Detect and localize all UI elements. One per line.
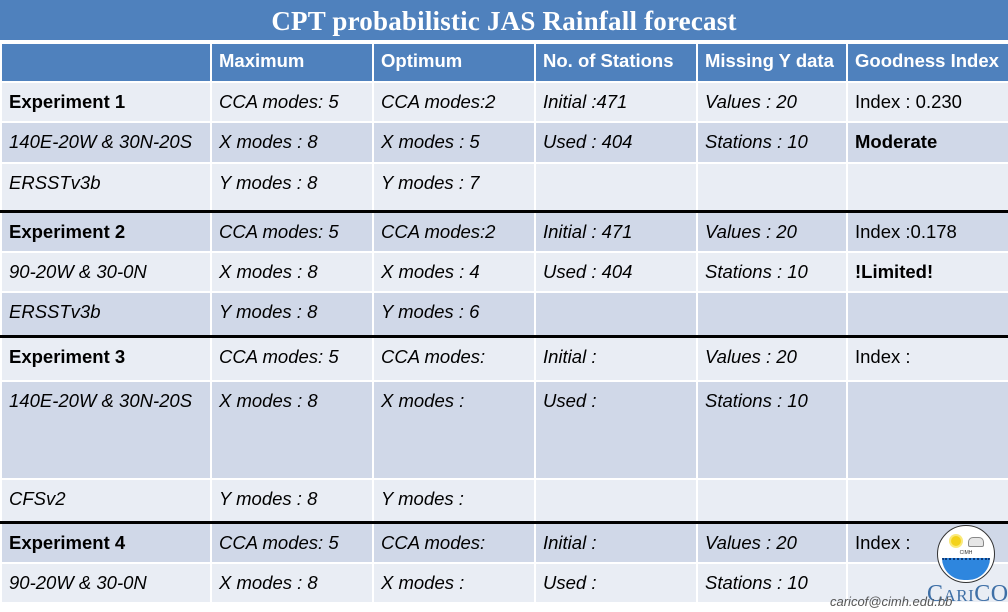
domain-label: 90-20W & 30-0N [0,251,212,293]
page-title: CPT probabilistic JAS Rainfall forecast [0,0,1008,40]
cell-maximum: Y modes : 8 [210,478,374,524]
cell-stations: Used : [534,562,698,604]
dataset-label: CFSv2 [0,478,212,524]
table-row: 90-20W & 30-0N X modes : 8 X modes : 4 U… [0,251,1008,293]
domain-label: 90-20W & 30-0N [0,562,212,604]
header-goodness: Goodness Index [846,42,1008,83]
cell-missing-y: Stations : 10 [696,380,848,480]
domain-label: 140E-20W & 30N-20S [0,121,212,164]
experiment-label: Experiment 3 [0,335,212,382]
header-row: Maximum Optimum No. of Stations Missing … [0,42,1008,83]
cell-goodness [846,162,1008,213]
sun-icon [951,536,961,546]
brand-last: COF [974,581,1008,607]
cell-missing-y [696,291,848,338]
experiment-label: Experiment 2 [0,210,212,253]
cell-optimum: X modes : [372,562,536,604]
cell-missing-y: Stations : 10 [696,251,848,293]
header-blank [0,42,212,83]
table-row: Experiment 4 CCA modes: 5 CCA modes: Ini… [0,521,1008,564]
cell-optimum: Y modes : 6 [372,291,536,338]
logo-caption: CIMH [959,550,973,556]
cell-stations: Used : [534,380,698,480]
cell-missing-y [696,162,848,213]
cell-maximum: Y modes : 8 [210,162,374,213]
cell-stations [534,291,698,338]
cell-maximum: CCA modes: 5 [210,81,374,123]
cell-maximum: Y modes : 8 [210,291,374,338]
cell-missing-y: Values : 20 [696,210,848,253]
cell-missing-y: Stations : 10 [696,121,848,164]
cell-goodness [846,478,1008,524]
cell-optimum: Y modes : [372,478,536,524]
dataset-label: ERSSTv3b [0,291,212,338]
domain-label: 140E-20W & 30N-20S [0,380,212,480]
experiment-label: Experiment 1 [0,81,212,123]
cell-maximum: X modes : 8 [210,380,374,480]
cell-missing-y [696,478,848,524]
sea-icon [942,558,990,580]
cell-stations [534,478,698,524]
cell-stations: Initial : [534,521,698,564]
header-missing-y: Missing Y data [696,42,848,83]
table-row: Experiment 2 CCA modes: 5 CCA modes:2 In… [0,210,1008,253]
cell-goodness: Index : [846,335,1008,382]
cimh-seal-icon: CIMH [937,525,995,583]
table-row: 140E-20W & 30N-20S X modes : 8 X modes :… [0,121,1008,164]
table-row: ERSSTv3b Y modes : 8 Y modes : 7 [0,162,1008,213]
cell-maximum: X modes : 8 [210,251,374,293]
cell-maximum: X modes : 8 [210,562,374,604]
cell-maximum: X modes : 8 [210,121,374,164]
cell-optimum: X modes : [372,380,536,480]
cell-optimum: X modes : 5 [372,121,536,164]
cell-maximum: CCA modes: 5 [210,210,374,253]
cell-stations: Initial : 471 [534,210,698,253]
cell-stations: Initial : [534,335,698,382]
cell-missing-y: Values : 20 [696,335,848,382]
cell-missing-y: Stations : 10 [696,562,848,604]
cell-maximum: CCA modes: 5 [210,335,374,382]
table-row: Experiment 1 CCA modes: 5 CCA modes:2 In… [0,81,1008,123]
cell-optimum: CCA modes: [372,521,536,564]
header-stations: No. of Stations [534,42,698,83]
cell-stations [534,162,698,213]
cloud-icon [968,537,984,547]
goodness-status: Moderate [846,121,1008,164]
cell-optimum: CCA modes: [372,335,536,382]
goodness-status [846,380,1008,480]
cell-optimum: X modes : 4 [372,251,536,293]
cell-stations: Initial :471 [534,81,698,123]
cell-missing-y: Values : 20 [696,521,848,564]
table-row: ERSSTv3b Y modes : 8 Y modes : 6 [0,291,1008,338]
cell-optimum: CCA modes:2 [372,81,536,123]
contact-email: caricof@cimh.edu.bb [830,594,953,609]
cell-missing-y: Values : 20 [696,81,848,123]
header-optimum: Optimum [372,42,536,83]
experiment-label: Experiment 4 [0,521,212,564]
cell-optimum: CCA modes:2 [372,210,536,253]
forecast-table: Maximum Optimum No. of Stations Missing … [0,42,1008,604]
cell-goodness: Index :0.178 [846,210,1008,253]
cell-stations: Used : 404 [534,251,698,293]
header-maximum: Maximum [210,42,374,83]
cell-goodness: Index : 0.230 [846,81,1008,123]
goodness-status: !Limited! [846,251,1008,293]
cell-goodness [846,291,1008,338]
table-row: Experiment 3 CCA modes: 5 CCA modes: Ini… [0,335,1008,382]
cell-maximum: CCA modes: 5 [210,521,374,564]
dataset-label: ERSSTv3b [0,162,212,213]
cell-optimum: Y modes : 7 [372,162,536,213]
table-row: CFSv2 Y modes : 8 Y modes : [0,478,1008,524]
cell-stations: Used : 404 [534,121,698,164]
table-row: 140E-20W & 30N-20S X modes : 8 X modes :… [0,380,1008,480]
